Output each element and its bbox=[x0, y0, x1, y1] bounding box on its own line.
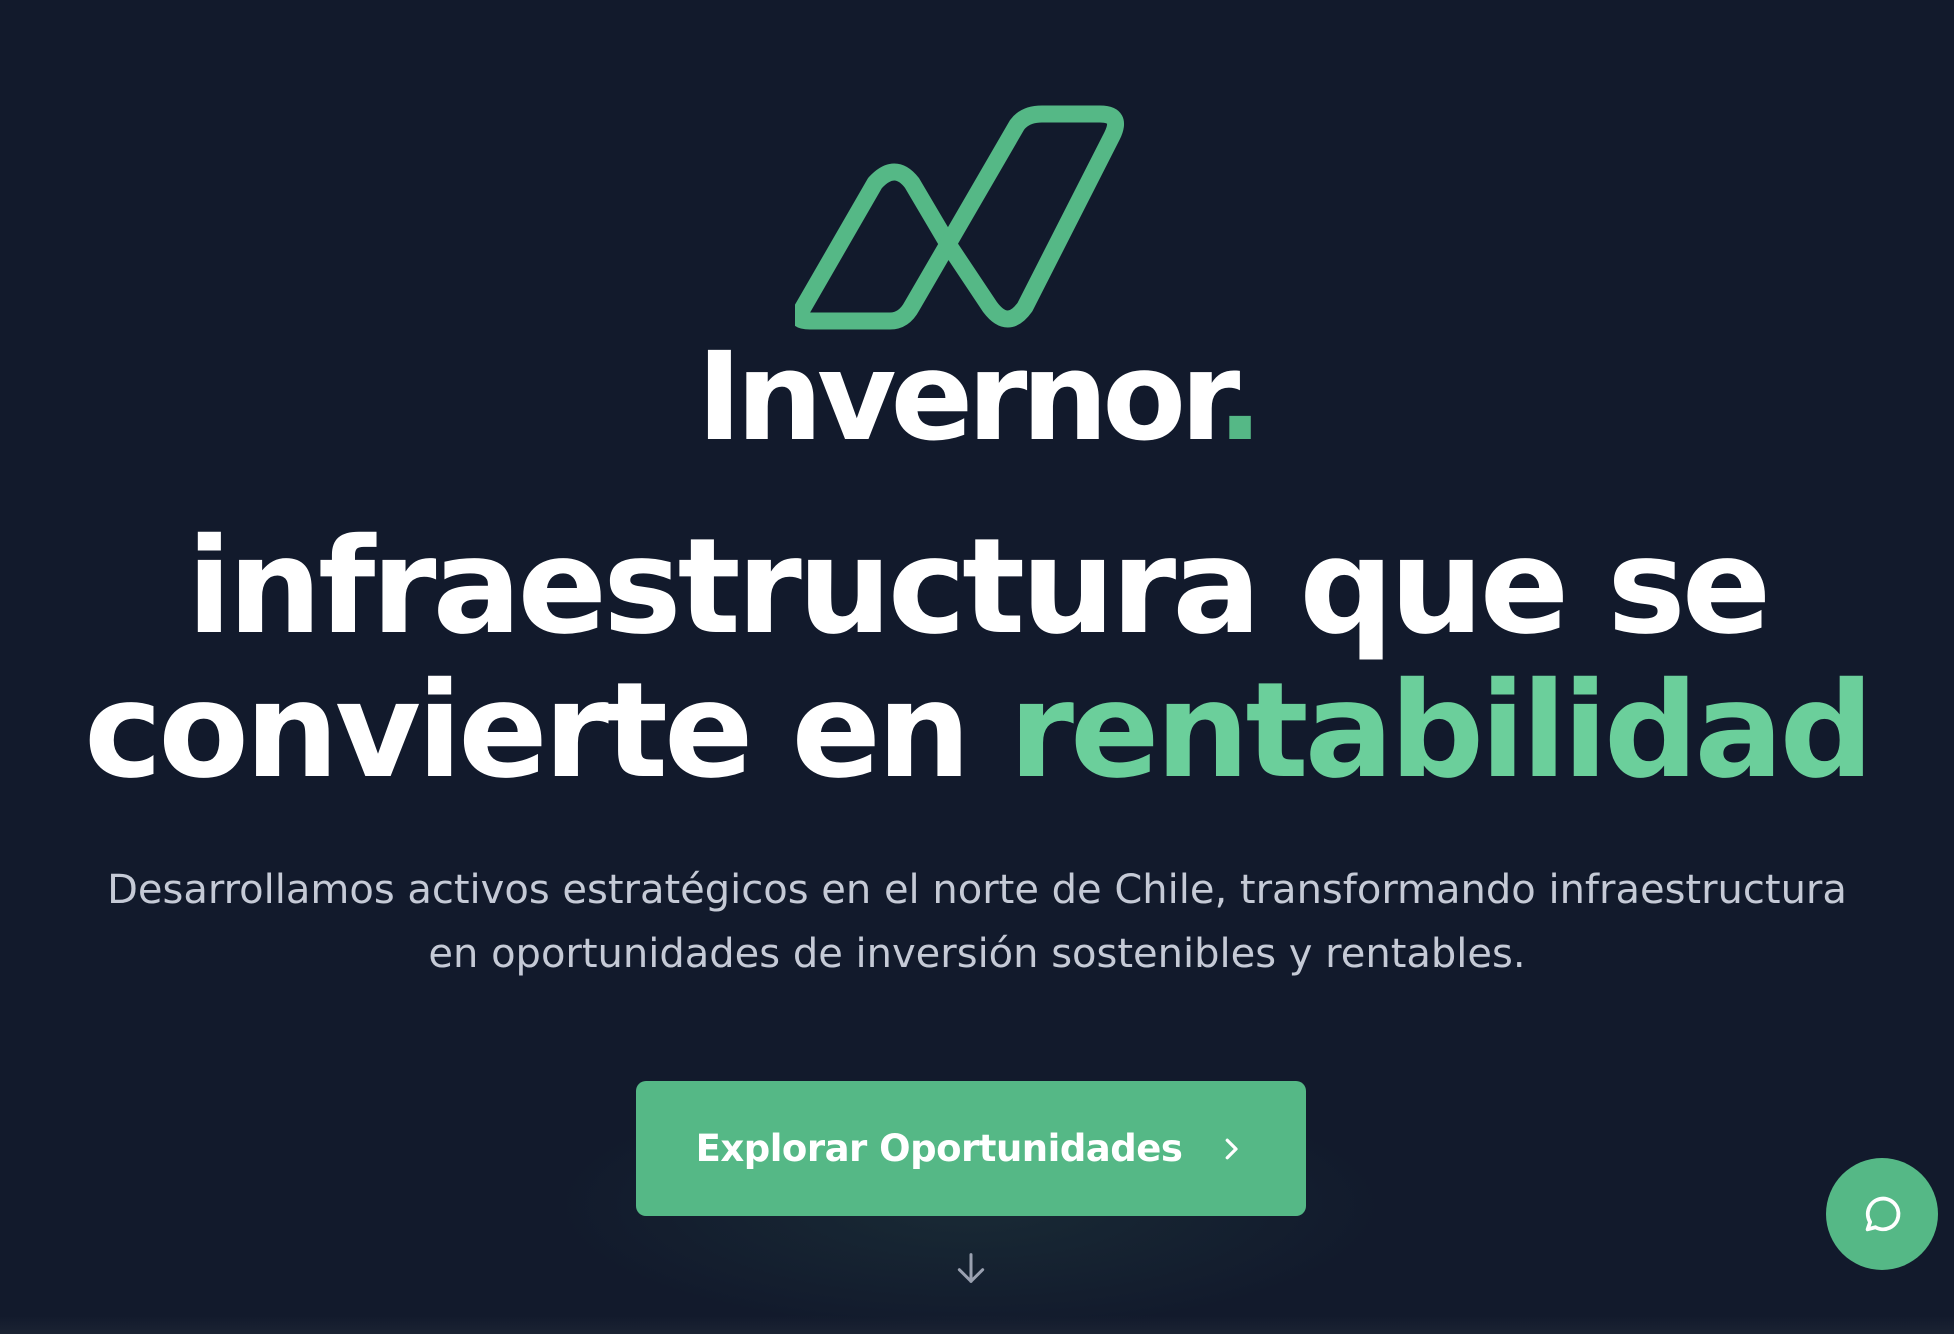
invernor-logo-icon bbox=[795, 105, 1124, 330]
section-divider bbox=[0, 1316, 1954, 1334]
chevron-right-icon bbox=[1226, 1138, 1239, 1159]
subtitle-line-1: Desarrollamos activos estratégicos en el… bbox=[107, 867, 1847, 913]
subtitle-line-2: en oportunidades de inversión sostenible… bbox=[428, 931, 1526, 977]
hero-headline: infraestructura que se convierte en rent… bbox=[0, 515, 1954, 803]
cta-label: Explorar Oportunidades bbox=[695, 1127, 1183, 1170]
brand-name: Invernor bbox=[696, 326, 1223, 468]
hero-subtitle: Desarrollamos activos estratégicos en el… bbox=[60, 858, 1894, 986]
hero-section: Invernor. infraestructura que se convier… bbox=[0, 0, 1954, 1334]
headline-highlight: rentabilidad bbox=[1008, 654, 1874, 808]
brand-dot: . bbox=[1216, 326, 1263, 468]
brand-wordmark: Invernor. bbox=[0, 332, 1954, 462]
explore-opportunities-button[interactable]: Explorar Oportunidades bbox=[636, 1081, 1306, 1216]
chat-bubble-icon bbox=[1865, 1196, 1901, 1232]
headline-line-2-prefix: convierte en bbox=[84, 654, 1009, 808]
arrow-down-icon[interactable] bbox=[951, 1248, 991, 1288]
headline-line-1: infraestructura que se bbox=[186, 510, 1772, 664]
chat-button[interactable] bbox=[1826, 1158, 1938, 1270]
